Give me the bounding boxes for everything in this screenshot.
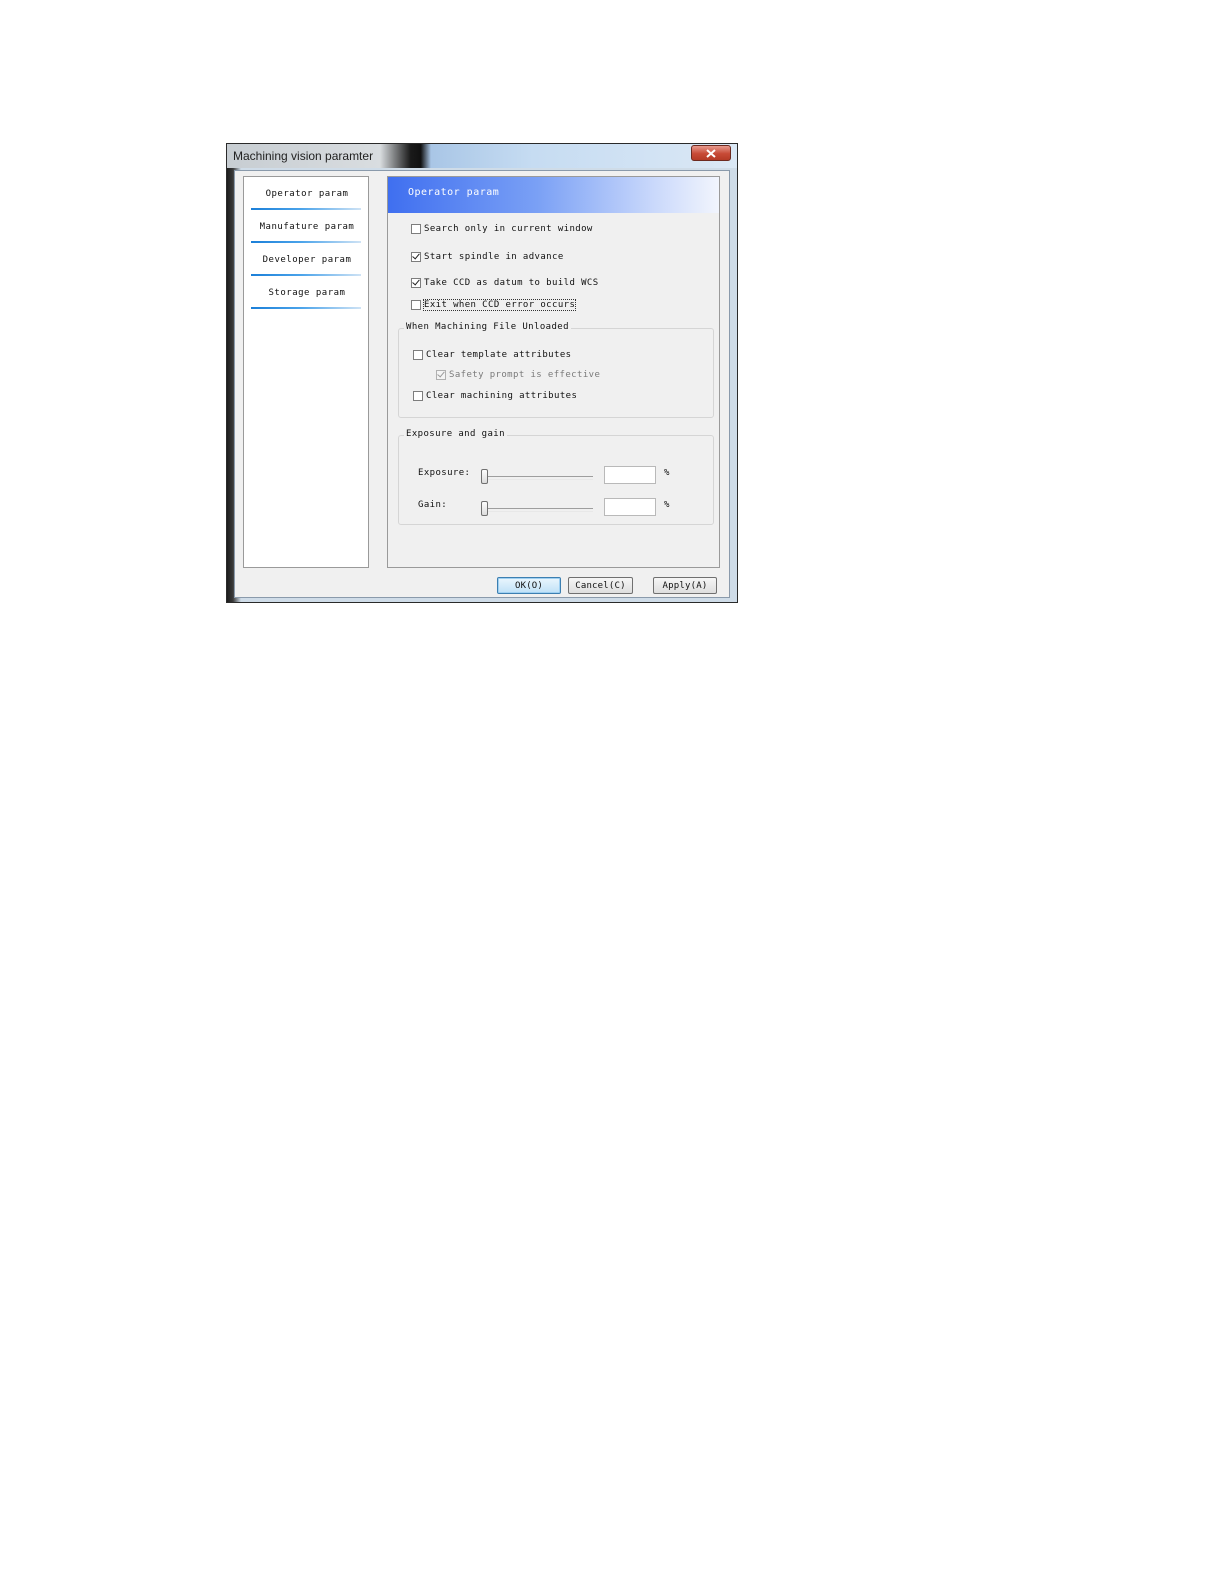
gain-label: Gain: (418, 500, 448, 510)
option-exit-ccd-error[interactable]: Exit when CCD error occurs (411, 299, 577, 311)
cancel-button[interactable]: Cancel(C) (568, 577, 633, 594)
close-button[interactable] (691, 145, 731, 161)
option-label: Exit when CCD error occurs (422, 299, 577, 311)
exposure-unit: % (664, 468, 670, 478)
option-take-ccd-datum[interactable]: Take CCD as datum to build WCS (411, 278, 599, 288)
option-label: Clear template attributes (426, 350, 572, 360)
option-safety-prompt[interactable]: Safety prompt is effective (436, 370, 600, 380)
nav-item-label: Operator param (265, 188, 349, 199)
nav-panel: Operator param Manufature param Develope… (243, 176, 369, 568)
option-label: Start spindle in advance (424, 252, 564, 262)
option-label: Safety prompt is effective (449, 370, 601, 380)
nav-item-label: Manufature param (259, 221, 355, 232)
section-header: Operator param (388, 177, 719, 213)
window-title: Machining vision paramter (233, 149, 374, 163)
checkbox[interactable] (411, 252, 421, 262)
exposure-groupbox: Exposure and gain Exposure: % Gain: % (398, 429, 714, 525)
section-title: Operator param (408, 187, 500, 198)
checkbox[interactable] (411, 278, 421, 288)
close-icon (706, 148, 716, 158)
exposure-input[interactable] (604, 466, 656, 484)
gain-slider-thumb[interactable] (481, 501, 488, 516)
checkbox[interactable] (413, 391, 423, 401)
exposure-slider-track[interactable] (481, 476, 593, 480)
unload-groupbox: When Machining File Unloaded Clear templ… (398, 322, 714, 418)
nav-item-storage-param[interactable]: Storage param (251, 276, 363, 309)
option-clear-template[interactable]: Clear template attributes (413, 350, 571, 360)
option-search-current-window[interactable]: Search only in current window (411, 224, 593, 234)
gain-unit: % (664, 500, 670, 510)
checkbox[interactable] (413, 350, 423, 360)
option-label: Search only in current window (424, 224, 593, 234)
dialog-window: Machining vision paramter Operator param… (226, 143, 738, 603)
title-bar[interactable]: Machining vision paramter (227, 144, 737, 168)
option-label: Clear machining attributes (426, 391, 578, 401)
nav-item-developer-param[interactable]: Developer param (251, 243, 363, 276)
option-label: Take CCD as datum to build WCS (424, 278, 599, 288)
gain-slider-track[interactable] (481, 508, 593, 512)
nav-item-label: Developer param (262, 254, 352, 265)
apply-button[interactable]: Apply(A) (653, 577, 717, 594)
group-title: Exposure and gain (404, 429, 507, 439)
nav-item-label: Storage param (268, 287, 346, 298)
checkbox[interactable] (436, 370, 446, 380)
exposure-label: Exposure: (418, 468, 471, 478)
nav-item-operator-param[interactable]: Operator param (251, 177, 363, 210)
option-start-spindle[interactable]: Start spindle in advance (411, 252, 564, 262)
content-panel: Operator param Search only in current wi… (387, 176, 720, 568)
checkbox[interactable] (411, 224, 421, 234)
exposure-slider-thumb[interactable] (481, 469, 488, 484)
nav-item-manufature-param[interactable]: Manufature param (251, 210, 363, 243)
checkbox[interactable] (411, 300, 421, 310)
option-clear-machining[interactable]: Clear machining attributes (413, 391, 577, 401)
gain-input[interactable] (604, 498, 656, 516)
dialog-client-area: Operator param Manufature param Develope… (234, 170, 730, 598)
ok-button[interactable]: OK(O) (497, 577, 561, 594)
group-title: When Machining File Unloaded (404, 322, 571, 332)
